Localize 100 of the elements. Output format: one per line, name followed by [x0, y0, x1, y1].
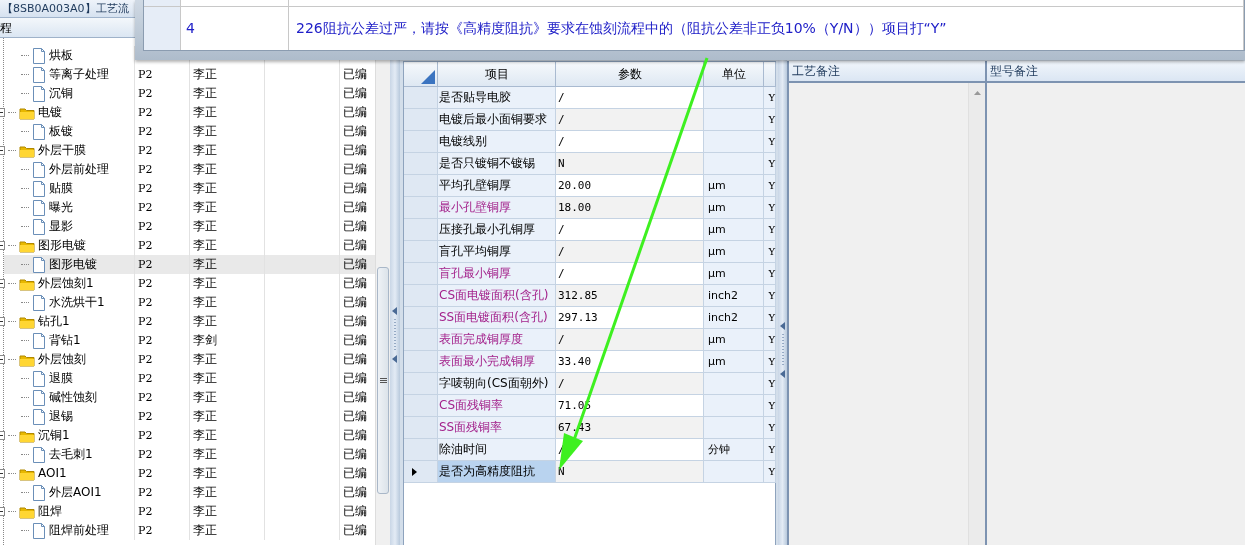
- owner-cell: 李正: [189, 274, 264, 293]
- flag-cell: Y: [764, 241, 776, 263]
- splitter-handle[interactable]: [391, 305, 398, 365]
- owner-cell: 李正: [189, 65, 264, 84]
- tree-row[interactable]: 背钻1 P2 李剑 已编: [4, 331, 375, 350]
- owner-cell: 李正: [189, 369, 264, 388]
- tree-row[interactable]: 显影 P2 李正 已编: [4, 217, 375, 236]
- item-cell: 电镀线别: [438, 131, 556, 153]
- unit-cell: μm: [704, 197, 764, 219]
- tree-label: 外层AOI1: [49, 484, 102, 501]
- tree-label: 等离子处理: [49, 66, 109, 83]
- owner-cell: 李正: [189, 502, 264, 521]
- tree-label: 图形电镀: [49, 256, 97, 273]
- tree-row[interactable]: 阻焊前处理 P2 李正 已编: [4, 521, 375, 540]
- tree-row[interactable]: 去毛刺1 P2 李正 已编: [4, 445, 375, 464]
- owner-cell: 李正: [189, 179, 264, 198]
- owner-cell: 李剑: [189, 331, 264, 350]
- row-header[interactable]: [404, 461, 438, 483]
- document-icon: [32, 218, 46, 235]
- code-cell: P2: [134, 369, 189, 388]
- document-icon: [32, 47, 46, 64]
- code-cell: P2: [134, 217, 189, 236]
- item-cell: SS面残铜率: [438, 417, 556, 439]
- value-cell[interactable]: 18.00: [556, 197, 704, 219]
- number-cell: 4: [181, 7, 289, 50]
- folder-icon: [19, 314, 35, 329]
- code-cell: P2: [134, 255, 189, 274]
- document-icon: [32, 85, 46, 102]
- code-cell: P2: [134, 198, 189, 217]
- code-cell: P2: [134, 141, 189, 160]
- owner-cell: 李正: [189, 84, 264, 103]
- unit-cell: μm: [704, 219, 764, 241]
- unit-cell: [704, 461, 764, 483]
- value-cell[interactable]: /: [556, 329, 704, 351]
- tree-label: 电镀: [38, 104, 62, 121]
- unit-cell: μm: [704, 329, 764, 351]
- tree-label: 贴膜: [49, 180, 73, 197]
- value-cell[interactable]: /: [556, 109, 704, 131]
- value-cell[interactable]: /: [556, 373, 704, 395]
- panel-header: 型号备注: [987, 61, 1245, 83]
- tree-row[interactable]: 外层前处理 P2 李正 已编: [4, 160, 375, 179]
- owner-cell: 李正: [189, 122, 264, 141]
- unit-cell: inch2: [704, 307, 764, 329]
- flag-cell: Y: [764, 461, 776, 483]
- tree-label: AOI1: [38, 465, 67, 482]
- code-cell: P2: [134, 445, 189, 464]
- value-cell[interactable]: 312.85: [556, 285, 704, 307]
- item-cell: 是否为高精度阻抗: [438, 461, 556, 483]
- unit-cell: [704, 153, 764, 175]
- flag-cell: Y: [764, 439, 776, 461]
- message-cell: 226阻抗公差过严，请按《高精度阻抗》要求在蚀刻流程中的（阻抗公差非正负10%（Y/N））项目打“Y”: [289, 7, 1244, 50]
- unit-cell: μm: [704, 263, 764, 285]
- panel-header: 工艺备注: [789, 61, 985, 83]
- code-cell: P2: [134, 103, 189, 122]
- unit-cell: inch2: [704, 285, 764, 307]
- tree-label: 退锡: [49, 408, 73, 425]
- tree-row[interactable]: 水洗烘干1 P2 李正 已编: [4, 293, 375, 312]
- flag-cell: Y: [764, 109, 776, 131]
- tree-row[interactable]: 沉铜 P2 李正 已编: [4, 84, 375, 103]
- scrollbar[interactable]: [968, 83, 985, 545]
- column-header[interactable]: 参数: [556, 62, 704, 87]
- document-icon: [32, 408, 46, 425]
- tree-row[interactable]: 贴膜 P2 李正 已编: [4, 179, 375, 198]
- unit-cell: [704, 373, 764, 395]
- document-icon: [32, 161, 46, 178]
- value-cell[interactable]: N: [556, 461, 704, 483]
- tree-row[interactable]: 退膜 P2 李正 已编: [4, 369, 375, 388]
- value-cell[interactable]: /: [556, 241, 704, 263]
- flag-cell: Y: [764, 131, 776, 153]
- tree-row[interactable]: 碱性蚀刻 P2 李正 已编: [4, 388, 375, 407]
- item-cell: 盲孔平均铜厚: [438, 241, 556, 263]
- flag-cell: Y: [764, 87, 776, 109]
- unit-cell: μm: [704, 351, 764, 373]
- document-icon: [32, 294, 46, 311]
- owner-cell: 李正: [189, 293, 264, 312]
- unit-cell: μm: [704, 241, 764, 263]
- code-cell: P2: [134, 426, 189, 445]
- scrollbar-thumb[interactable]: [377, 267, 389, 494]
- tree-row[interactable]: 曝光 P2 李正 已编: [4, 198, 375, 217]
- grip-icon: [379, 377, 387, 384]
- owner-cell: 李正: [189, 217, 264, 236]
- document-icon: [32, 370, 46, 387]
- owner-cell: 李正: [189, 521, 264, 540]
- tree-row[interactable]: 退锡 P2 李正 已编: [4, 407, 375, 426]
- owner-cell: 李正: [189, 388, 264, 407]
- tree-row[interactable]: 等离子处理 P2 李正 已编: [4, 65, 375, 84]
- tree-label: 外层前处理: [49, 161, 109, 178]
- unit-cell: [704, 131, 764, 153]
- tree-row[interactable]: 图形电镀 P2 李正 已编: [4, 255, 375, 274]
- value-cell[interactable]: N: [556, 153, 704, 175]
- splitter-handle[interactable]: [779, 320, 786, 380]
- corner-icon: [421, 70, 435, 84]
- flag-cell: Y: [764, 373, 776, 395]
- column-header[interactable]: 程: [0, 18, 12, 37]
- item-cell: CS面残铜率: [438, 395, 556, 417]
- owner-cell: 李正: [189, 483, 264, 502]
- tree-row[interactable]: 板镀 P2 李正 已编: [4, 122, 375, 141]
- unit-cell: μm: [704, 175, 764, 197]
- owner-cell: 李正: [189, 103, 264, 122]
- tree-row[interactable]: 外层AOI1 P2 李正 已编: [4, 483, 375, 502]
